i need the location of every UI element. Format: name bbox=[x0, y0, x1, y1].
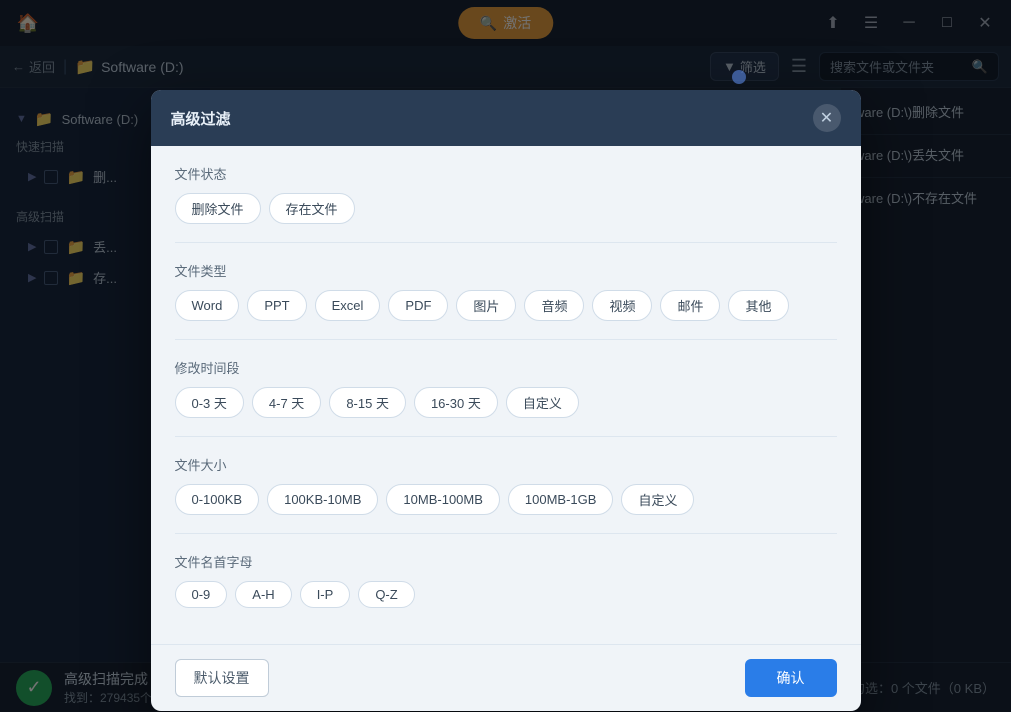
tag-i-p[interactable]: I-P bbox=[300, 581, 351, 608]
file-type-label: 文件类型 bbox=[175, 261, 837, 280]
tag-image[interactable]: 图片 bbox=[456, 290, 516, 321]
tag-other[interactable]: 其他 bbox=[728, 290, 788, 321]
tag-audio[interactable]: 音频 bbox=[524, 290, 584, 321]
close-icon: ✕ bbox=[820, 108, 833, 128]
confirm-button[interactable]: 确认 bbox=[745, 659, 837, 697]
modify-time-label: 修改时间段 bbox=[175, 358, 837, 377]
default-settings-button[interactable]: 默认设置 bbox=[175, 659, 269, 697]
tag-ppt[interactable]: PPT bbox=[247, 290, 306, 321]
file-size-section: 文件大小 0-100KB 100KB-10MB 10MB-100MB 100MB… bbox=[175, 455, 837, 515]
tag-100mb-1gb[interactable]: 100MB-1GB bbox=[508, 484, 614, 515]
divider-3 bbox=[175, 436, 837, 437]
divider-1 bbox=[175, 242, 837, 243]
filename-tags: 0-9 A-H I-P Q-Z bbox=[175, 581, 837, 608]
tag-16-30days[interactable]: 16-30 天 bbox=[414, 387, 498, 418]
modal-overlay: 高级过滤 ✕ 文件状态 删除文件 存在文件 文件类型 Word bbox=[0, 0, 1011, 712]
tag-word[interactable]: Word bbox=[175, 290, 240, 321]
tag-pdf[interactable]: PDF bbox=[388, 290, 448, 321]
tag-10mb-100mb[interactable]: 10MB-100MB bbox=[386, 484, 499, 515]
tag-q-z[interactable]: Q-Z bbox=[358, 581, 414, 608]
divider-2 bbox=[175, 339, 837, 340]
tag-4-7days[interactable]: 4-7 天 bbox=[252, 387, 321, 418]
tag-existing-file[interactable]: 存在文件 bbox=[269, 193, 355, 224]
tag-0-9[interactable]: 0-9 bbox=[175, 581, 228, 608]
modal-close-button[interactable]: ✕ bbox=[813, 104, 841, 132]
file-size-tags: 0-100KB 100KB-10MB 10MB-100MB 100MB-1GB … bbox=[175, 484, 837, 515]
modal-body: 文件状态 删除文件 存在文件 文件类型 Word PPT Excel PDF 图… bbox=[151, 146, 861, 644]
filename-section: 文件名首字母 0-9 A-H I-P Q-Z bbox=[175, 552, 837, 608]
tag-0-3days[interactable]: 0-3 天 bbox=[175, 387, 244, 418]
modal-footer: 默认设置 确认 bbox=[151, 644, 861, 711]
tag-deleted-file[interactable]: 删除文件 bbox=[175, 193, 261, 224]
file-size-label: 文件大小 bbox=[175, 455, 837, 474]
tag-a-h[interactable]: A-H bbox=[235, 581, 291, 608]
tag-video[interactable]: 视频 bbox=[592, 290, 652, 321]
modify-time-section: 修改时间段 0-3 天 4-7 天 8-15 天 16-30 天 自定义 bbox=[175, 358, 837, 418]
tag-100kb-10mb[interactable]: 100KB-10MB bbox=[267, 484, 378, 515]
modal-title: 高级过滤 bbox=[171, 108, 231, 129]
file-status-label: 文件状态 bbox=[175, 164, 837, 183]
modify-time-tags: 0-3 天 4-7 天 8-15 天 16-30 天 自定义 bbox=[175, 387, 837, 418]
tag-excel[interactable]: Excel bbox=[315, 290, 381, 321]
tag-custom-size[interactable]: 自定义 bbox=[621, 484, 694, 515]
tag-8-15days[interactable]: 8-15 天 bbox=[329, 387, 406, 418]
tag-email[interactable]: 邮件 bbox=[660, 290, 720, 321]
file-status-section: 文件状态 删除文件 存在文件 bbox=[175, 164, 837, 224]
tag-0-100kb[interactable]: 0-100KB bbox=[175, 484, 260, 515]
file-type-tags: Word PPT Excel PDF 图片 音频 视频 邮件 其他 bbox=[175, 290, 837, 321]
advanced-filter-dialog: 高级过滤 ✕ 文件状态 删除文件 存在文件 文件类型 Word bbox=[151, 90, 861, 711]
modal-header: 高级过滤 ✕ bbox=[151, 90, 861, 146]
file-status-tags: 删除文件 存在文件 bbox=[175, 193, 837, 224]
file-type-section: 文件类型 Word PPT Excel PDF 图片 音频 视频 邮件 其他 bbox=[175, 261, 837, 321]
divider-4 bbox=[175, 533, 837, 534]
tag-custom-time[interactable]: 自定义 bbox=[506, 387, 579, 418]
filename-label: 文件名首字母 bbox=[175, 552, 837, 571]
